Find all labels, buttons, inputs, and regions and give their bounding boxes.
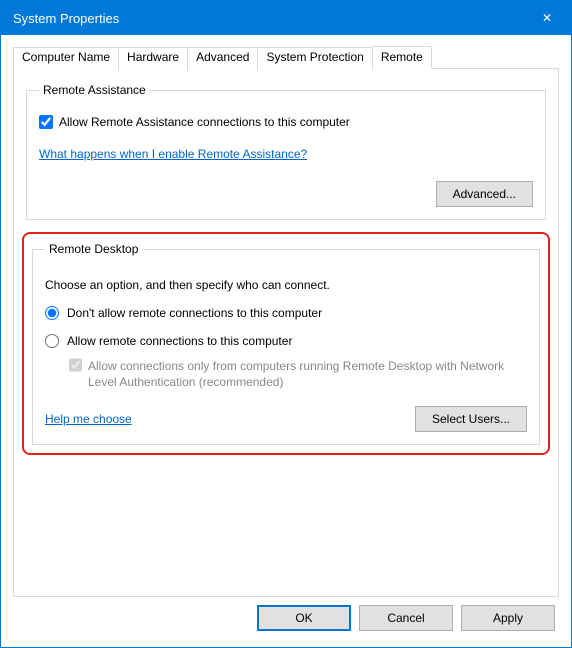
- help-me-choose-link[interactable]: Help me choose: [45, 412, 132, 426]
- nla-label: Allow connections only from computers ru…: [88, 358, 527, 390]
- advanced-button[interactable]: Advanced...: [436, 181, 533, 207]
- tab-hardware[interactable]: Hardware: [118, 47, 188, 70]
- dialog-buttons: OK Cancel Apply: [13, 597, 559, 641]
- tab-panel-remote: Remote Assistance Allow Remote Assistanc…: [13, 69, 559, 597]
- select-users-button[interactable]: Select Users...: [415, 406, 527, 432]
- allow-remote-assistance-row[interactable]: Allow Remote Assistance connections to t…: [39, 115, 533, 129]
- titlebar: System Properties ✕: [1, 1, 571, 35]
- nla-row: Allow connections only from computers ru…: [69, 358, 527, 390]
- group-remote-assistance: Remote Assistance Allow Remote Assistanc…: [26, 83, 546, 220]
- tab-system-protection[interactable]: System Protection: [257, 47, 372, 70]
- tab-strip: Computer Name Hardware Advanced System P…: [13, 45, 559, 69]
- group-remote-desktop-legend: Remote Desktop: [45, 242, 142, 256]
- tab-computer-name[interactable]: Computer Name: [13, 47, 119, 70]
- content-area: Computer Name Hardware Advanced System P…: [1, 35, 571, 647]
- nla-checkbox: [69, 358, 82, 372]
- allow-remote-assistance-checkbox[interactable]: [39, 115, 53, 129]
- window-title: System Properties: [13, 11, 525, 26]
- tab-remote[interactable]: Remote: [372, 46, 432, 69]
- close-icon: ✕: [542, 11, 552, 25]
- tab-advanced[interactable]: Advanced: [187, 47, 258, 70]
- close-button[interactable]: ✕: [525, 2, 569, 34]
- radio-allow[interactable]: [45, 334, 59, 348]
- group-remote-assistance-legend: Remote Assistance: [39, 83, 150, 97]
- remote-assistance-help-link[interactable]: What happens when I enable Remote Assist…: [39, 147, 307, 161]
- highlight-remote-desktop: Remote Desktop Choose an option, and the…: [22, 232, 550, 455]
- radio-allow-label: Allow remote connections to this compute…: [67, 334, 292, 348]
- ok-button[interactable]: OK: [257, 605, 351, 631]
- remote-desktop-instruction: Choose an option, and then specify who c…: [45, 278, 527, 292]
- apply-button[interactable]: Apply: [461, 605, 555, 631]
- allow-remote-assistance-label: Allow Remote Assistance connections to t…: [59, 115, 350, 129]
- radio-allow-row[interactable]: Allow remote connections to this compute…: [45, 334, 527, 348]
- radio-dont-allow-label: Don't allow remote connections to this c…: [67, 306, 322, 320]
- radio-dont-allow[interactable]: [45, 306, 59, 320]
- radio-dont-allow-row[interactable]: Don't allow remote connections to this c…: [45, 306, 527, 320]
- group-remote-desktop: Remote Desktop Choose an option, and the…: [32, 242, 540, 445]
- cancel-button[interactable]: Cancel: [359, 605, 453, 631]
